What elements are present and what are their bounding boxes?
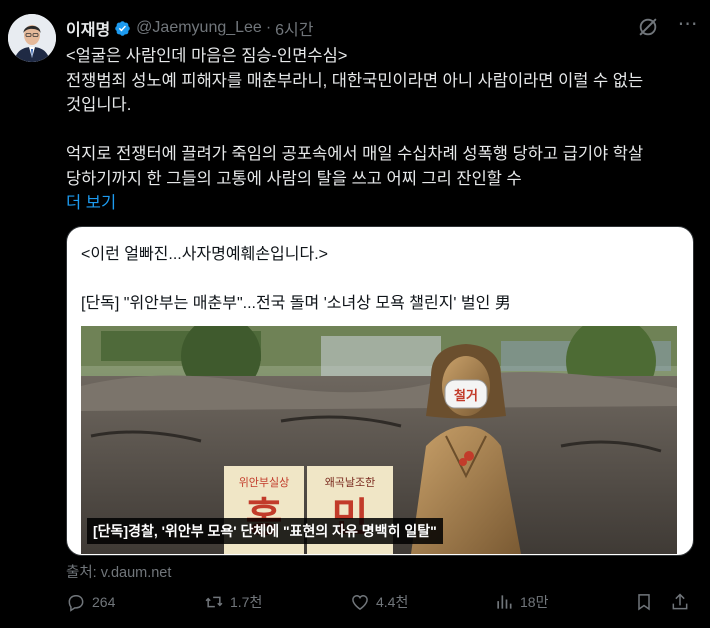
retweet-button[interactable]: 1.7천 <box>204 592 262 612</box>
sign-left-top: 위안부실상 <box>239 476 290 489</box>
view-count: 18만 <box>520 594 549 610</box>
views-button[interactable]: 18만 <box>494 592 548 612</box>
bookmark-icon <box>638 594 650 611</box>
mask-text: 철거 <box>454 388 478 404</box>
tweet-text-line: 것입니다. <box>66 96 132 114</box>
tweet-body: <얼굴은 사람인데 마음은 짐승-인면수심> 전쟁범죄 성노예 피해자를 매춘부… <box>66 44 696 216</box>
tweet-timestamp[interactable]: 6시간 <box>275 16 313 40</box>
sign-right-top: 왜곡날조한 <box>325 476 376 489</box>
tweet-text-line: 당하기까지 한 그들의 고통에 사람의 탈을 쓰고 어찌 그리 잔인할 수 <box>66 169 522 188</box>
tweet-header: 이재명 @Jaemyung_Lee · 6시간 <box>66 17 314 39</box>
tweet-text-line: 억지로 전쟁터에 끌려가 죽임의 공포속에서 매일 수십차례 성폭행 당하고 급… <box>66 145 644 163</box>
avatar-image <box>8 14 56 62</box>
heart-icon <box>352 594 368 610</box>
share-icon <box>672 593 688 610</box>
reply-icon <box>68 595 84 612</box>
verified-badge-icon[interactable] <box>114 20 131 37</box>
reply-button[interactable]: 264 <box>66 592 115 612</box>
show-more-link[interactable]: 더 보기 <box>66 194 116 212</box>
share-button[interactable] <box>670 592 696 612</box>
views-icon <box>497 595 512 609</box>
embedded-image-card[interactable]: <이런 얼빠진...사자명예훼손입니다.> [단독] "위안부는 매춘부"...… <box>66 226 694 556</box>
like-count: 4.4천 <box>376 594 409 610</box>
like-button[interactable]: 4.4천 <box>350 592 408 612</box>
card-headline: [단독] "위안부는 매춘부"...전국 돌며 '소녀상 모욕 챌린지' 벌인 … <box>81 295 511 312</box>
author-name[interactable]: 이재명 <box>66 16 110 40</box>
retweet-count: 1.7천 <box>230 594 263 610</box>
separator-dot: · <box>265 19 272 36</box>
image-caption: [단독]경찰, '위안부 모욕' 단체에 "표현의 자유 명백히 일탈" <box>87 518 443 544</box>
author-handle[interactable]: @Jaemyung_Lee <box>136 19 262 37</box>
action-bar: 264 1.7천 4.4천 18만 <box>66 592 700 620</box>
retweet-icon <box>205 596 223 608</box>
avatar[interactable] <box>8 14 56 62</box>
bookmark-button[interactable] <box>634 592 660 612</box>
grok-icon[interactable] <box>637 16 659 38</box>
reply-count: 264 <box>92 594 116 610</box>
tweet-text-line: <얼굴은 사람인데 마음은 짐승-인면수심> <box>66 47 348 65</box>
tweet-text-line: 전쟁범죄 성노예 피해자를 매춘부라니, 대한국민이라면 아니 사람이라면 이럴… <box>66 71 644 90</box>
news-photo[interactable]: 위안부실상 홍 왜곡날조한 민 철거 [단독]경찰, '위안부 모욕' 단체에 … <box>81 326 677 554</box>
card-title: <이런 얼빠진...사자명예훼손입니다.> <box>81 246 328 263</box>
card-source[interactable]: 출처: v.daum.net <box>66 561 171 582</box>
more-options-icon[interactable]: ⋯ <box>676 14 700 38</box>
